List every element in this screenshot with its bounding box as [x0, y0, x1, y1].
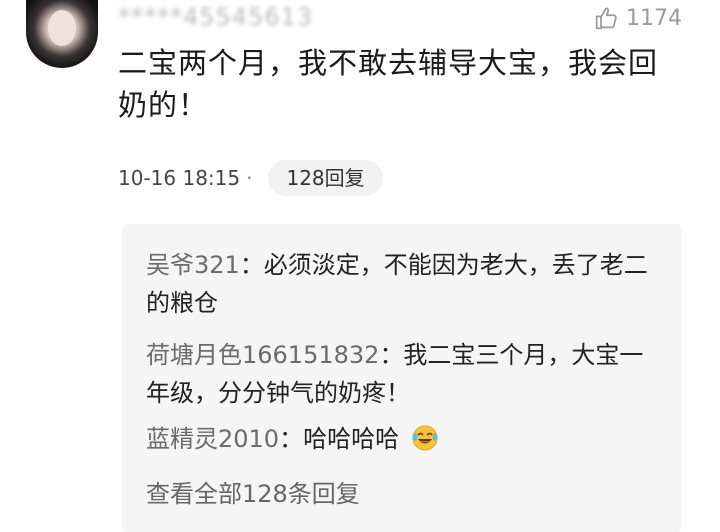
thumbs-up-icon: [595, 7, 617, 30]
reply-author[interactable]: 荷塘月色166151832: [146, 341, 379, 369]
comment-time: 10-16 18:15: [118, 166, 241, 190]
avatar[interactable]: [26, 0, 98, 68]
reply-item[interactable]: 荷塘月色166151832：我二宝三个月，大宝一年级，分分钟气的奶疼！: [146, 336, 666, 412]
like-count: 1174: [626, 5, 682, 31]
comment-text: 二宝两个月，我不敢去辅导大宝，我会回奶的！: [118, 46, 659, 122]
reply-item[interactable]: 吴爷321：必须淡定，不能因为老大，丢了老二的粮仓: [146, 246, 666, 322]
like-button[interactable]: 1174: [594, 4, 682, 32]
separator: ·: [246, 166, 253, 190]
reply-author[interactable]: 蓝精灵2010: [146, 425, 279, 453]
reply-text: ：哈哈哈哈: [279, 425, 400, 453]
see-all-replies-link[interactable]: 查看全部128条回复: [146, 476, 360, 512]
reply-count-button[interactable]: 128回复: [268, 160, 383, 196]
username[interactable]: *****45545613: [118, 2, 313, 32]
reply-item[interactable]: 蓝精灵2010：哈哈哈哈: [146, 420, 666, 458]
laughing-crying-emoji-icon: [412, 425, 438, 451]
comment-meta: 10-16 18:15 · 128回复: [118, 160, 383, 196]
replies-panel: 吴爷321：必须淡定，不能因为老大，丢了老二的粮仓 荷塘月色166151832：…: [122, 224, 682, 532]
reply-author[interactable]: 吴爷321: [146, 251, 240, 279]
